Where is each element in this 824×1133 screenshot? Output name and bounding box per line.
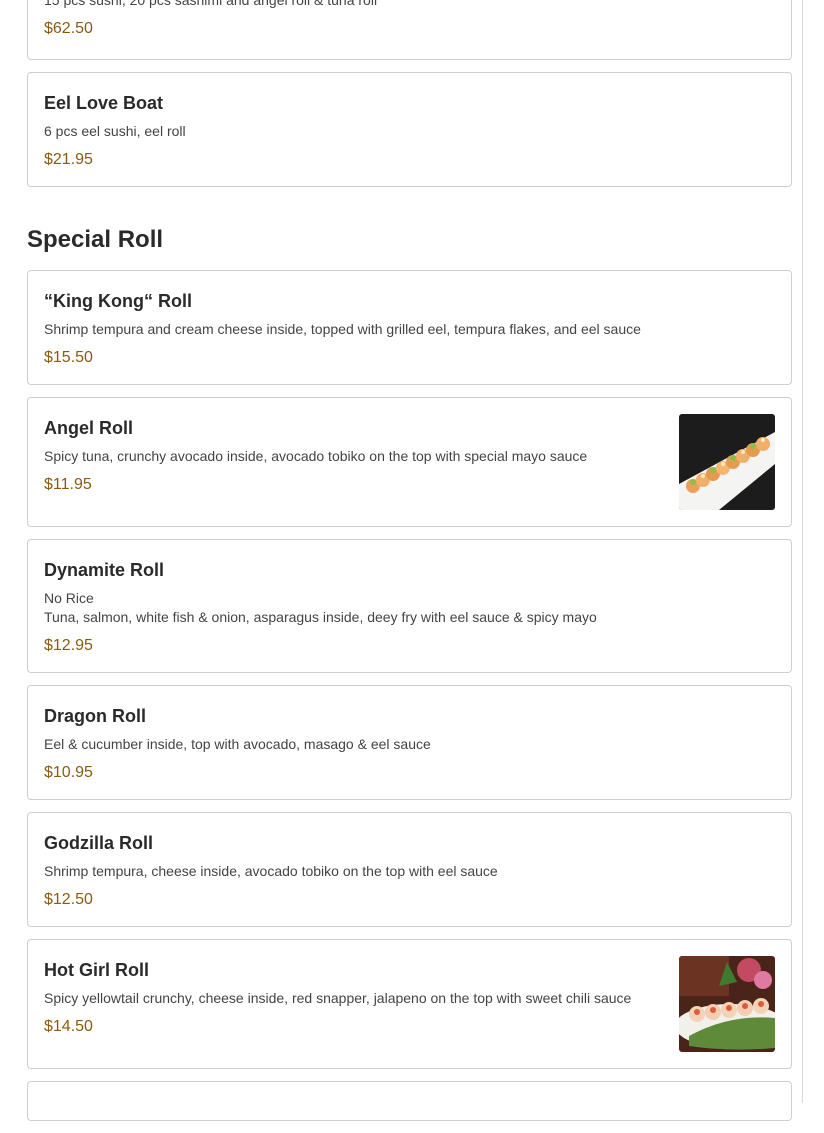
menu-item-card[interactable]: Eel Love Boat 6 pcs eel sushi, eel roll … [27,72,792,187]
item-name: Godzilla Roll [44,833,154,853]
item-price: $15.50 [44,349,93,366]
menu-item-card[interactable]: Hot Girl Roll Spicy yellowtail crunchy, … [27,939,792,1069]
item-description: Shrimp tempura, cheese inside, avocado t… [44,863,498,879]
page-scroll-divider [802,0,803,1103]
item-name: Angel Roll [44,418,133,438]
menu-list: 15 pcs sushi, 20 pcs sashimi and angel r… [27,0,792,1133]
item-description: Eel & cucumber inside, top with avocado,… [44,736,431,752]
menu-item-card[interactable]: Dragon Roll Eel & cucumber inside, top w… [27,685,792,800]
menu-item-card[interactable]: Godzilla Roll Shrimp tempura, cheese ins… [27,812,792,927]
hot-girl-roll-photo[interactable] [679,956,775,1052]
menu-item-card[interactable] [27,1081,792,1121]
item-name: Eel Love Boat [44,93,164,113]
menu-item-card[interactable]: “King Kong“ Roll Shrimp tempura and crea… [27,270,792,385]
item-price: $62.50 [44,20,93,37]
item-price: $21.95 [44,151,93,168]
angel-roll-photo[interactable] [679,414,775,510]
menu-item-card[interactable]: Dynamite Roll No Rice Tuna, salmon, whit… [27,539,792,673]
menu-item-card[interactable]: Angel Roll Spicy tuna, crunchy avocado i… [27,397,792,527]
item-price: $12.95 [44,637,93,654]
item-name: Hot Girl Roll [44,960,149,980]
item-name: Dynamite Roll [44,560,165,580]
item-description: Spicy yellowtail crunchy, cheese inside,… [44,990,632,1006]
item-name: Dragon Roll [44,706,146,726]
item-price: $11.95 [44,476,92,493]
item-description: Spicy tuna, crunchy avocado inside, avoc… [44,448,588,464]
item-description: 15 pcs sushi, 20 pcs sashimi and angel r… [44,0,378,8]
item-description: No Rice Tuna, salmon, white fish & onion… [44,590,597,625]
item-description: Shrimp tempura and cream cheese inside, … [44,321,641,337]
menu-item-card[interactable]: 15 pcs sushi, 20 pcs sashimi and angel r… [27,0,792,60]
item-price: $12.50 [44,891,93,908]
item-name: “King Kong“ Roll [44,291,192,311]
item-description: 6 pcs eel sushi, eel roll [44,123,186,139]
section-title: Special Roll [27,226,164,253]
item-price: $10.95 [44,764,93,781]
item-price: $14.50 [44,1018,93,1035]
